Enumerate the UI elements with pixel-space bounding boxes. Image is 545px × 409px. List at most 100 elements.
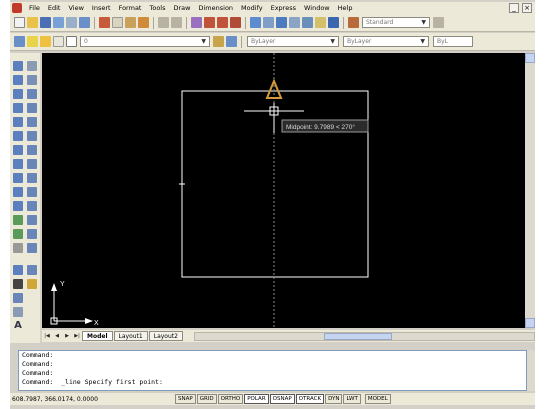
vertical-scrollbar[interactable] (525, 53, 535, 328)
construction-line-icon[interactable] (13, 75, 23, 85)
pan-icon[interactable] (191, 17, 202, 28)
sheet-set-icon[interactable] (289, 17, 300, 28)
command-window[interactable]: Command: Command: Command: Command: _lin… (18, 350, 527, 391)
menu-dimension[interactable]: Dimension (194, 4, 237, 12)
close-icon[interactable]: × (522, 3, 532, 13)
revision-cloud-icon[interactable] (13, 159, 23, 169)
text-style-icon[interactable] (348, 17, 359, 28)
move-icon[interactable] (27, 131, 37, 141)
help-icon[interactable] (328, 17, 339, 28)
first-tab-icon[interactable]: |◀ (43, 332, 51, 340)
menu-file[interactable]: File (25, 4, 44, 12)
tab-layout1[interactable]: Layout1 (113, 331, 148, 341)
match-properties-icon[interactable] (138, 17, 149, 28)
tab-layout2[interactable]: Layout2 (148, 331, 183, 341)
osnap-toggle[interactable]: OSNAP (269, 394, 295, 404)
horizontal-scrollbar[interactable] (193, 331, 535, 341)
coordinate-readout[interactable]: 608.7987, 366.0174, 0.0000 (10, 396, 175, 403)
line-icon[interactable] (13, 61, 23, 71)
design-center-icon[interactable] (263, 17, 274, 28)
linetype-dropdown[interactable]: ByLayer ▼ (343, 36, 429, 47)
dyn-toggle[interactable]: DYN (325, 394, 343, 404)
fillet-icon[interactable] (27, 265, 37, 275)
menu-express[interactable]: Express (267, 4, 300, 12)
ortho-toggle[interactable]: ORTHO (217, 394, 244, 404)
scroll-down-icon[interactable] (525, 318, 535, 328)
polyline-icon[interactable] (13, 89, 23, 99)
region-icon[interactable] (13, 293, 23, 303)
horizontal-scroll-thumb[interactable] (323, 332, 392, 340)
insert-block-icon[interactable] (13, 215, 23, 225)
command-scrollbar[interactable] (527, 350, 535, 391)
markup-icon[interactable] (302, 17, 313, 28)
menu-view[interactable]: View (64, 4, 87, 12)
layer-previous-icon[interactable] (226, 36, 237, 47)
lineweight-dropdown[interactable]: ByL (433, 36, 473, 47)
rotate-icon[interactable] (27, 145, 37, 155)
menu-edit[interactable]: Edit (44, 4, 65, 12)
trim-icon[interactable] (27, 187, 37, 197)
explode-icon[interactable] (27, 279, 37, 289)
open-folder-icon[interactable] (27, 17, 38, 28)
multiline-text-icon[interactable]: A (13, 321, 23, 331)
print-preview-icon[interactable] (66, 17, 77, 28)
save-icon[interactable] (40, 17, 51, 28)
break-icon[interactable] (27, 215, 37, 225)
rectangle-geometry[interactable] (181, 90, 369, 278)
join-icon[interactable] (27, 229, 37, 239)
dim-style-icon[interactable] (433, 17, 444, 28)
undo-icon[interactable] (158, 17, 169, 28)
erase-icon[interactable] (27, 61, 37, 71)
menu-format[interactable]: Format (115, 4, 146, 12)
text-style-dropdown[interactable]: Standard ▼ (362, 17, 430, 28)
make-layer-current-icon[interactable] (213, 36, 224, 47)
grid-toggle[interactable]: GRID (196, 394, 217, 404)
otrack-toggle[interactable]: OTRACK (295, 394, 325, 404)
drawing-area[interactable]: Midpoint: 9.7989 < 270° Y X (42, 53, 525, 328)
ellipse-arc-icon[interactable] (13, 201, 23, 211)
spline-icon[interactable] (13, 173, 23, 183)
tool-palettes-icon[interactable] (276, 17, 287, 28)
scroll-up-icon[interactable] (525, 53, 535, 63)
polar-toggle[interactable]: POLAR (244, 394, 269, 404)
gradient-icon[interactable] (13, 279, 23, 289)
circle-icon[interactable] (13, 145, 23, 155)
copy-object-icon[interactable] (27, 75, 37, 85)
color-dropdown[interactable]: ByLayer ▼ (247, 36, 339, 47)
command-prompt-line[interactable]: Command: _line Specify first point: (22, 378, 526, 387)
layer-manager-icon[interactable] (14, 36, 25, 47)
copy-icon[interactable] (112, 17, 123, 28)
publish-icon[interactable] (79, 17, 90, 28)
autocad-app-icon[interactable] (12, 3, 22, 13)
table-icon[interactable] (13, 307, 23, 317)
quickcalc-icon[interactable] (315, 17, 326, 28)
stretch-icon[interactable] (27, 173, 37, 183)
array-icon[interactable] (27, 117, 37, 127)
zoom-window-icon[interactable] (217, 17, 228, 28)
polygon-icon[interactable] (13, 103, 23, 113)
print-icon[interactable] (53, 17, 64, 28)
zoom-realtime-icon[interactable] (204, 17, 215, 28)
make-block-icon[interactable] (13, 229, 23, 239)
layer-dropdown[interactable]: 0 ▼ (80, 36, 210, 47)
model-space-toggle[interactable]: MODEL (364, 394, 391, 404)
hatch-icon[interactable] (13, 265, 23, 275)
prev-tab-icon[interactable]: ◀ (53, 332, 61, 340)
menu-help[interactable]: Help (334, 4, 357, 12)
cut-icon[interactable] (99, 17, 110, 28)
next-tab-icon[interactable]: ▶ (63, 332, 71, 340)
paste-icon[interactable] (125, 17, 136, 28)
rectangle-icon[interactable] (13, 117, 23, 127)
scale-icon[interactable] (27, 159, 37, 169)
extend-icon[interactable] (27, 201, 37, 211)
menu-modify[interactable]: Modify (237, 4, 267, 12)
redo-icon[interactable] (171, 17, 182, 28)
lwt-toggle[interactable]: LWT (343, 394, 361, 404)
menu-window[interactable]: Window (300, 4, 334, 12)
ellipse-icon[interactable] (13, 187, 23, 197)
arc-icon[interactable] (13, 131, 23, 141)
chamfer-icon[interactable] (27, 243, 37, 253)
zoom-previous-icon[interactable] (230, 17, 241, 28)
mirror-icon[interactable] (27, 89, 37, 99)
snap-toggle[interactable]: SNAP (175, 394, 196, 404)
